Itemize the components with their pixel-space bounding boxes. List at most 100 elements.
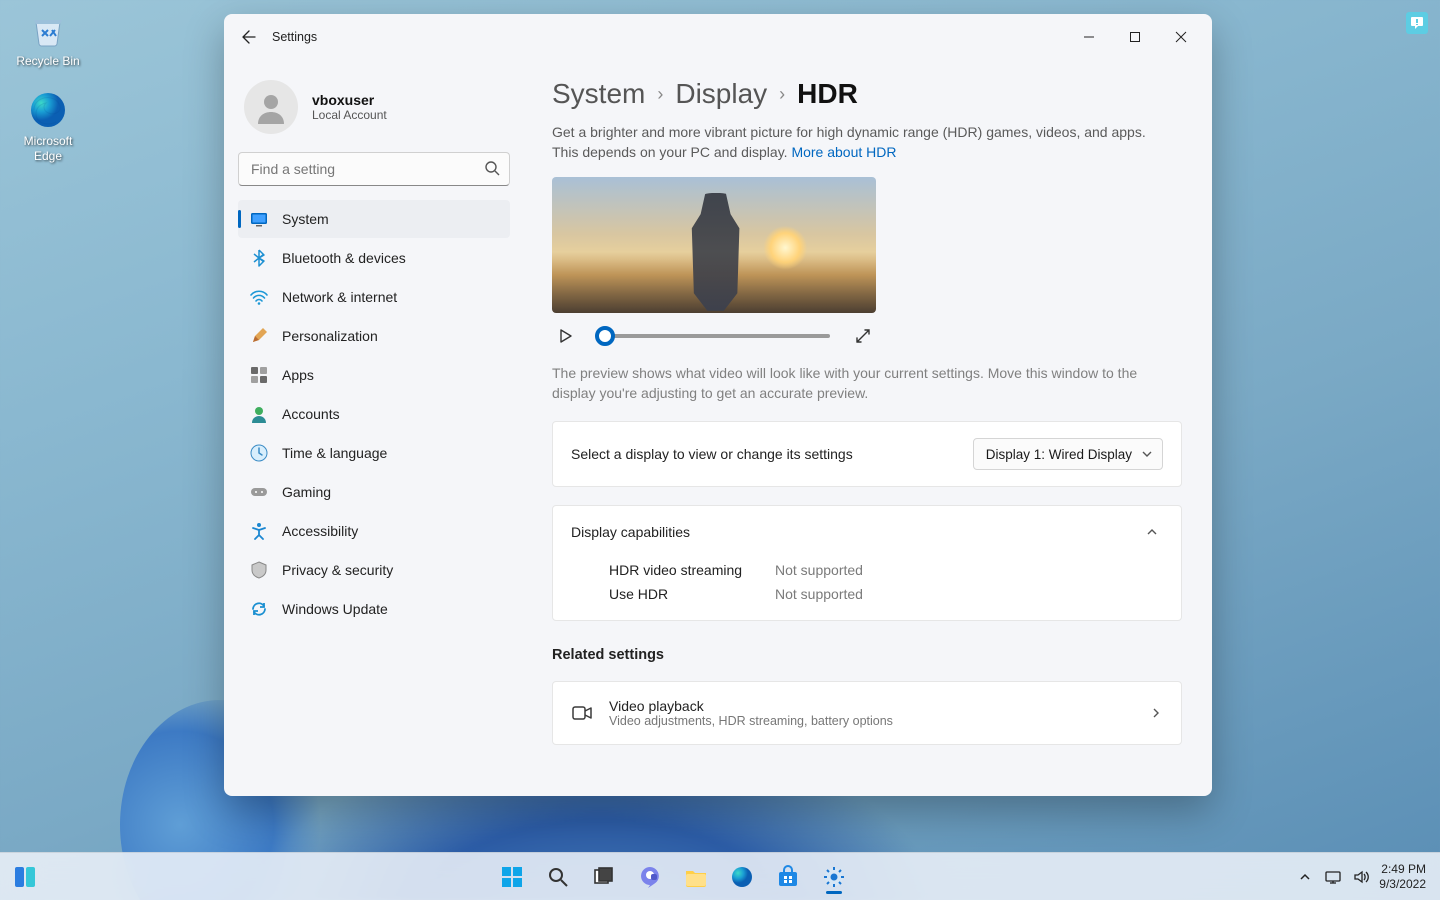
play-button[interactable] — [552, 323, 578, 349]
chevron-right-icon: › — [779, 84, 785, 105]
capability-value: Not supported — [775, 562, 863, 578]
window-title: Settings — [272, 30, 317, 44]
taskbar-chat[interactable] — [630, 857, 670, 897]
maximize-button[interactable] — [1112, 20, 1158, 54]
user-name: vboxuser — [312, 92, 387, 108]
taskbar-center — [50, 857, 1295, 897]
nav-label: Network & internet — [282, 289, 397, 305]
page-description: Get a brighter and more vibrant picture … — [552, 122, 1172, 163]
nav-label: Accounts — [282, 406, 340, 422]
nav-label: Windows Update — [282, 601, 388, 617]
capability-key: HDR video streaming — [609, 562, 747, 578]
apps-icon — [250, 366, 268, 384]
task-view-button[interactable] — [584, 857, 624, 897]
minimize-button[interactable] — [1066, 20, 1112, 54]
taskbar-store[interactable] — [768, 857, 808, 897]
gaming-icon — [250, 483, 268, 501]
nav-label: Privacy & security — [282, 562, 393, 578]
search-input[interactable] — [238, 152, 510, 186]
sidebar: vboxuser Local Account System Bluetooth … — [224, 60, 524, 796]
nav-network[interactable]: Network & internet — [238, 278, 510, 316]
user-account-row[interactable]: vboxuser Local Account — [238, 60, 510, 152]
chevron-down-icon — [1140, 447, 1154, 461]
taskbar-search[interactable] — [538, 857, 578, 897]
nav-personalization[interactable]: Personalization — [238, 317, 510, 355]
nav-apps[interactable]: Apps — [238, 356, 510, 394]
nav-accounts[interactable]: Accounts — [238, 395, 510, 433]
desktop-icon-edge[interactable]: Microsoft Edge — [8, 88, 88, 163]
capability-value: Not supported — [775, 586, 863, 602]
taskbar-datetime[interactable]: 2:49 PM 9/3/2022 — [1379, 862, 1426, 892]
accessibility-icon — [250, 522, 268, 540]
nav-privacy[interactable]: Privacy & security — [238, 551, 510, 589]
video-icon — [571, 702, 593, 724]
search-container — [238, 152, 510, 186]
update-icon — [250, 600, 268, 618]
dropdown-value: Display 1: Wired Display — [986, 447, 1132, 462]
nav-label: Apps — [282, 367, 314, 383]
chevron-right-icon — [1149, 706, 1163, 720]
settings-window: Settings vboxuser Local Account — [224, 14, 1212, 796]
tray-volume-icon[interactable] — [1351, 867, 1371, 887]
system-icon — [250, 210, 268, 228]
recycle-bin-icon — [26, 8, 70, 52]
display-capabilities-header[interactable]: Display capabilities — [553, 506, 1181, 554]
capabilities-body: HDR video streaming Not supported Use HD… — [553, 562, 1181, 620]
privacy-icon — [250, 561, 268, 579]
taskbar-edge[interactable] — [722, 857, 762, 897]
tray-network-icon[interactable] — [1323, 867, 1343, 887]
widgets-button[interactable] — [10, 862, 40, 892]
nav-accessibility[interactable]: Accessibility — [238, 512, 510, 550]
hdr-preview-image — [552, 177, 876, 313]
breadcrumb-current: HDR — [797, 78, 858, 110]
nav-bluetooth[interactable]: Bluetooth & devices — [238, 239, 510, 277]
expander-title: Display capabilities — [571, 524, 690, 540]
nav-update[interactable]: Windows Update — [238, 590, 510, 628]
nav-system[interactable]: System — [238, 200, 510, 238]
breadcrumb-display[interactable]: Display — [675, 78, 767, 110]
more-about-hdr-link[interactable]: More about HDR — [791, 144, 896, 160]
search-icon — [484, 160, 500, 176]
bluetooth-icon — [250, 249, 268, 267]
tray-overflow-button[interactable] — [1295, 867, 1315, 887]
titlebar: Settings — [224, 14, 1212, 60]
breadcrumb-system[interactable]: System — [552, 78, 645, 110]
start-button[interactable] — [492, 857, 532, 897]
content-area: System › Display › HDR Get a brighter an… — [524, 60, 1212, 796]
nav-label: Time & language — [282, 445, 387, 461]
chevron-up-icon — [1145, 525, 1159, 539]
display-select-dropdown[interactable]: Display 1: Wired Display — [973, 438, 1163, 470]
fullscreen-button[interactable] — [850, 323, 876, 349]
back-button[interactable] — [232, 20, 266, 54]
network-icon — [250, 288, 268, 306]
nav-gaming[interactable]: Gaming — [238, 473, 510, 511]
system-tray: 2:49 PM 9/3/2022 — [1295, 862, 1440, 892]
nav-label: System — [282, 211, 329, 227]
taskbar-date: 9/3/2022 — [1379, 877, 1426, 892]
close-button[interactable] — [1158, 20, 1204, 54]
capability-row: Use HDR Not supported — [609, 586, 1163, 602]
user-type: Local Account — [312, 108, 387, 122]
personalization-icon — [250, 327, 268, 345]
feedback-hub-indicator[interactable] — [1406, 12, 1428, 34]
nav-time[interactable]: Time & language — [238, 434, 510, 472]
capability-row: HDR video streaming Not supported — [609, 562, 1163, 578]
preview-controls — [552, 323, 876, 349]
desktop-icon-label: Microsoft Edge — [24, 134, 73, 163]
nav-label: Personalization — [282, 328, 378, 344]
video-playback-row[interactable]: Video playback Video adjustments, HDR st… — [553, 682, 1181, 744]
row-title: Video playback — [609, 698, 893, 714]
taskbar-explorer[interactable] — [676, 857, 716, 897]
related-settings-header: Related settings — [552, 647, 1182, 663]
display-capabilities-card: Display capabilities HDR video streaming… — [552, 505, 1182, 621]
desktop-icons: Recycle Bin Microsoft Edge — [8, 8, 88, 183]
slider-thumb[interactable] — [595, 326, 615, 346]
nav-label: Accessibility — [282, 523, 358, 539]
brightness-slider[interactable] — [598, 334, 830, 338]
desktop-icon-label: Recycle Bin — [16, 54, 79, 68]
row-subtitle: Video adjustments, HDR streaming, batter… — [609, 714, 893, 728]
accounts-icon — [250, 405, 268, 423]
desktop-icon-recycle-bin[interactable]: Recycle Bin — [8, 8, 88, 68]
capability-key: Use HDR — [609, 586, 747, 602]
taskbar-settings[interactable] — [814, 857, 854, 897]
